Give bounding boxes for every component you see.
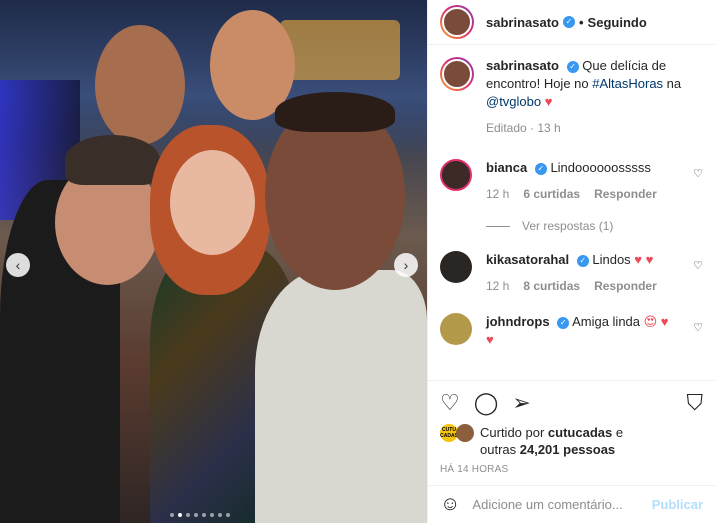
liker-username[interactable]: cutucadas bbox=[548, 425, 612, 440]
following-button[interactable]: Seguindo bbox=[588, 15, 647, 30]
heart-icon[interactable]: ♡ bbox=[440, 390, 460, 416]
comment-username[interactable]: kikasatorahal bbox=[486, 252, 569, 267]
comment-time[interactable]: 12 h bbox=[486, 277, 509, 295]
verified-icon: ✓ bbox=[562, 16, 575, 28]
reply-button[interactable]: Responder bbox=[594, 277, 657, 295]
caption-text-mid: na bbox=[663, 76, 682, 91]
comments-list: sabrinasato ✓ Que delícia de encontro! H… bbox=[428, 45, 715, 380]
comment-meta: 12 h 8 curtidas Responder bbox=[486, 277, 703, 295]
carousel-dot bbox=[202, 513, 206, 517]
photo-scene bbox=[0, 0, 427, 523]
heart-emoji: ♥ ♥ bbox=[634, 252, 654, 267]
verified-icon: ✓ bbox=[557, 316, 570, 329]
avatar[interactable] bbox=[440, 159, 472, 191]
likes-suffix: e bbox=[612, 425, 624, 440]
heart-icon[interactable]: ♡ bbox=[693, 259, 703, 272]
view-replies-button[interactable]: Ver respostas (1) bbox=[486, 219, 703, 233]
likes-others-prefix: outras bbox=[480, 442, 520, 457]
comment-item: johndrops ✓ Amiga linda 😍 ♥ ♥ ♡ bbox=[440, 313, 703, 349]
separator-dot: • bbox=[578, 14, 584, 30]
person-center bbox=[170, 150, 255, 255]
author-username[interactable]: sabrinasato bbox=[486, 15, 559, 30]
heart-icon[interactable]: ♡ bbox=[693, 321, 703, 334]
comment-item: bianca ✓ Lindoooooosssss 12 h 6 curtidas… bbox=[440, 159, 703, 203]
carousel-dot bbox=[186, 513, 190, 517]
post-sidebar: sabrinasato ✓ • Seguindo sabrinasato ✓ Q… bbox=[427, 0, 715, 523]
hashtag-link[interactable]: #AltasHoras bbox=[592, 76, 663, 91]
carousel-dot bbox=[170, 513, 174, 517]
carousel-dots bbox=[170, 513, 230, 517]
liker-avatar[interactable] bbox=[456, 424, 474, 442]
avatar[interactable] bbox=[440, 5, 474, 39]
verified-icon: ✓ bbox=[534, 162, 547, 175]
comment-time[interactable]: 12 h bbox=[486, 185, 509, 203]
comment-username[interactable]: bianca bbox=[486, 160, 527, 175]
post-photo[interactable]: ‹ › bbox=[0, 0, 427, 523]
hair-right bbox=[275, 92, 395, 132]
comment-item: kikasatorahal ✓ Lindos ♥ ♥ 12 h 8 curtid… bbox=[440, 251, 703, 295]
action-bar: ♡ ◯ ➢ ⛉ bbox=[428, 380, 715, 424]
bookmark-icon[interactable]: ⛉ bbox=[686, 390, 703, 416]
mention-link[interactable]: @tvglobo bbox=[486, 94, 541, 109]
comment-input[interactable] bbox=[472, 497, 652, 512]
chevron-left-icon[interactable]: ‹ bbox=[6, 253, 30, 277]
add-comment-bar: ☺ Publicar bbox=[428, 485, 715, 523]
comment-likes[interactable]: 8 curtidas bbox=[523, 277, 580, 295]
caption-time[interactable]: 13 h bbox=[537, 121, 560, 135]
caption: sabrinasato ✓ Que delícia de encontro! H… bbox=[440, 57, 703, 137]
likes-summary: CUTU CADAS Curtido por cutucadas e outra… bbox=[428, 424, 715, 458]
comment-meta: 12 h 6 curtidas Responder bbox=[486, 185, 703, 203]
heart-emoji: 😍 ♥ bbox=[643, 314, 669, 329]
carousel-dot bbox=[210, 513, 214, 517]
verified-icon: ✓ bbox=[576, 254, 589, 267]
caption-meta: Editado · 13 h bbox=[486, 121, 561, 135]
edited-label: Editado bbox=[486, 121, 527, 135]
chevron-right-icon[interactable]: › bbox=[394, 253, 418, 277]
comment-icon[interactable]: ◯ bbox=[474, 390, 499, 416]
avatar[interactable] bbox=[440, 57, 474, 91]
hair-left bbox=[65, 135, 160, 185]
comment-likes[interactable]: 6 curtidas bbox=[523, 185, 580, 203]
carousel-dot-active bbox=[178, 513, 182, 517]
view-replies-label: Ver respostas (1) bbox=[522, 219, 614, 233]
likes-prefix: Curtido por bbox=[480, 425, 548, 440]
comment-text: Lindos bbox=[592, 252, 631, 267]
post-timestamp[interactable]: HÁ 14 HORAS bbox=[428, 458, 715, 485]
heart-emoji: ♥ bbox=[486, 332, 494, 347]
heart-icon[interactable]: ♡ bbox=[693, 167, 703, 180]
comment-text: Amiga linda bbox=[572, 314, 641, 329]
person-back-left bbox=[95, 25, 185, 145]
heart-emoji: ♥ bbox=[544, 94, 553, 109]
reply-button[interactable]: Responder bbox=[594, 185, 657, 203]
comment-text: Lindoooooosssss bbox=[550, 160, 651, 175]
instagram-post: ‹ › sabrinasato ✓ • Seguindo sabrinasato bbox=[0, 0, 715, 523]
likes-count[interactable]: 24,201 pessoas bbox=[520, 442, 615, 457]
avatar[interactable] bbox=[440, 313, 472, 345]
verified-icon: ✓ bbox=[566, 60, 579, 73]
avatar[interactable] bbox=[440, 251, 472, 283]
carousel-dot bbox=[218, 513, 222, 517]
post-header: sabrinasato ✓ • Seguindo bbox=[428, 0, 715, 45]
carousel-dot bbox=[194, 513, 198, 517]
caption-username[interactable]: sabrinasato bbox=[486, 58, 559, 73]
comment-username[interactable]: johndrops bbox=[486, 314, 550, 329]
share-icon[interactable]: ➢ bbox=[512, 390, 530, 416]
divider bbox=[486, 225, 510, 227]
carousel-dot bbox=[226, 513, 230, 517]
quilted-jacket bbox=[255, 270, 427, 523]
publish-button[interactable]: Publicar bbox=[652, 497, 703, 512]
emoji-icon[interactable]: ☺ bbox=[440, 493, 460, 516]
